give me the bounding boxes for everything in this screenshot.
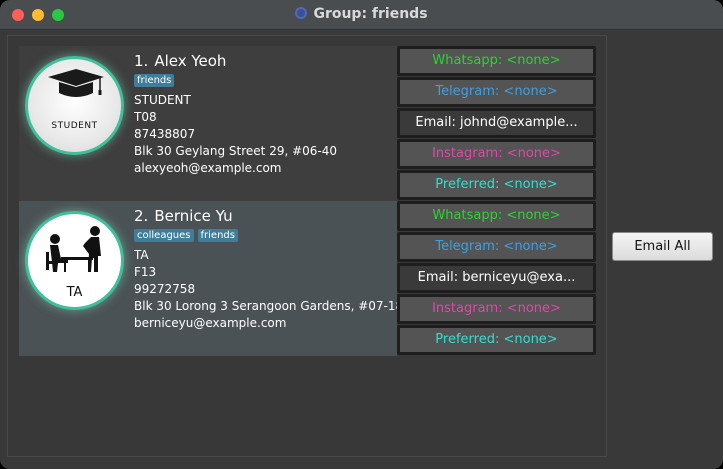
person-list[interactable]: STUDENT 1. Alex Yeoh friends STUDENT T08 … [7,35,607,457]
person-phone: 99272758 [134,282,196,296]
avatar: STUDENT [25,56,124,155]
instagram-button[interactable]: Instagram: <none> [397,294,596,324]
person-index: 2. [134,207,149,225]
avatar: TA [25,211,124,310]
person-address: Blk 30 Lorong 3 Serangoon Gardens, #07-1… [134,299,404,313]
window-title: Group: friends [313,6,428,22]
person-info: 2. Bernice Yu colleagues friends TA F13 99… [134,207,404,332]
person-card[interactable]: TA 2. Bernice Yu colleagues friends TA F13… [19,201,404,356]
telegram-button[interactable]: Telegram: <none> [397,232,596,262]
title-bar: Group: friends [0,0,723,30]
graduation-cap-icon [48,69,104,97]
avatar-label: TA [66,285,83,300]
person-address: Blk 30 Geylang Street 29, #06-40 [134,144,338,158]
person-name: Bernice Yu [154,207,233,225]
tag-list: friends [134,74,394,90]
avatar-label: STUDENT [51,121,98,131]
tag-list: colleagues friends [134,229,394,245]
person-info: 1. Alex Yeoh friends STUDENT T08 87438807… [134,52,394,177]
person-email: berniceyu@example.com [134,316,287,330]
email-button[interactable]: Email: berniceyu@exa... [397,263,596,293]
person-phone: 87438807 [134,127,196,141]
person-role: STUDENT [134,93,191,107]
person-email: alexyeoh@example.com [134,161,282,175]
tag: friends [197,229,238,242]
person-card[interactable]: STUDENT 1. Alex Yeoh friends STUDENT T08 … [19,46,397,201]
app-window: Group: friends STUDENT 1. Alex Yeoh frie… [0,0,723,469]
person-tutorial: T08 [134,110,157,124]
instagram-button[interactable]: Instagram: <none> [397,139,596,169]
person-name-line: 1. Alex Yeoh [134,52,394,71]
person-name: Alex Yeoh [154,52,227,70]
window-title-area: Group: friends [0,6,723,22]
person-tutorial: F13 [134,265,157,279]
preferred-button[interactable]: Preferred: <none> [397,325,596,355]
person-index: 1. [134,52,149,70]
telegram-button[interactable]: Telegram: <none> [397,77,596,107]
email-all-button[interactable]: Email All [612,232,713,261]
person-role: TA [134,248,149,262]
email-button[interactable]: Email: johnd@example... [397,108,596,138]
tag: colleagues [134,229,194,242]
whatsapp-button[interactable]: Whatsapp: <none> [397,201,596,231]
app-icon [295,7,308,19]
whatsapp-button[interactable]: Whatsapp: <none> [397,46,596,76]
main-content: STUDENT 1. Alex Yeoh friends STUDENT T08 … [0,31,723,469]
tag: friends [134,74,175,87]
preferred-button[interactable]: Preferred: <none> [397,170,596,200]
person-name-line: 2. Bernice Yu [134,207,394,226]
